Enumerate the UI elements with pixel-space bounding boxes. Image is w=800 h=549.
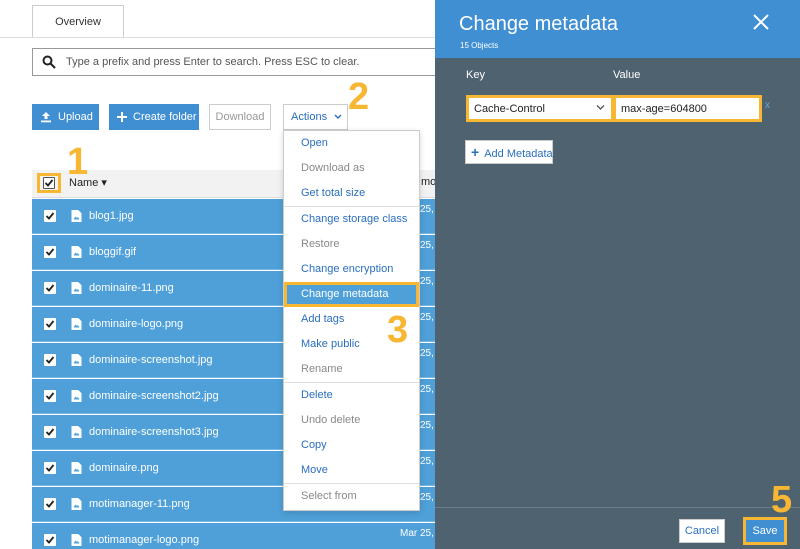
save-label: Save: [752, 525, 778, 537]
actions-label: Actions: [291, 111, 328, 123]
step-number-1: 1: [67, 141, 89, 183]
search-input[interactable]: Type a prefix and press Enter to search.…: [32, 48, 442, 76]
checkmark-icon: [44, 179, 54, 187]
file-name[interactable]: dominaire-11.png: [89, 282, 174, 294]
file-name[interactable]: dominaire-screenshot3.jpg: [89, 426, 219, 438]
row-checkbox[interactable]: [44, 354, 56, 366]
row-checkbox[interactable]: [44, 462, 56, 474]
file-name[interactable]: dominaire-logo.png: [89, 318, 183, 330]
menu-item-move[interactable]: Move: [284, 458, 419, 483]
checkmark-icon: [45, 464, 55, 472]
image-file-icon: [71, 534, 82, 546]
close-icon[interactable]: [751, 12, 771, 32]
menu-item-undo-delete[interactable]: Undo delete: [284, 408, 419, 433]
file-name[interactable]: bloggif.gif: [89, 246, 136, 258]
file-name[interactable]: motimanager-11.png: [89, 498, 190, 510]
menu-item-delete[interactable]: Delete: [284, 383, 419, 408]
search-placeholder: Type a prefix and press Enter to search.…: [66, 56, 360, 68]
step-number-2: 2: [348, 76, 370, 118]
upload-icon: [41, 112, 51, 123]
add-metadata-button[interactable]: + Add Metadata: [465, 140, 553, 164]
image-file-icon: [71, 462, 82, 474]
column-header-modified[interactable]: mo: [421, 176, 436, 188]
cancel-button[interactable]: Cancel: [679, 519, 725, 543]
checkmark-icon: [45, 428, 55, 436]
tab-divider: [0, 37, 435, 38]
image-file-icon: [71, 354, 82, 366]
checkmark-icon: [45, 500, 55, 508]
row-checkbox[interactable]: [44, 318, 56, 330]
menu-item-change-metadata[interactable]: Change metadata: [284, 282, 419, 307]
image-file-icon: [71, 282, 82, 294]
actions-button[interactable]: Actions: [283, 104, 348, 130]
sort-down-icon: ▾: [101, 177, 107, 189]
panel-title: Change metadata: [459, 13, 619, 35]
panel-footer-divider: [435, 507, 800, 508]
create-folder-button[interactable]: Create folder: [109, 104, 199, 130]
file-name[interactable]: dominaire-screenshot2.jpg: [89, 390, 219, 402]
menu-item-open[interactable]: Open: [284, 131, 419, 156]
checkmark-icon: [45, 356, 55, 364]
download-button[interactable]: Download: [209, 104, 271, 130]
image-file-icon: [71, 246, 82, 258]
save-button[interactable]: Save: [743, 517, 787, 545]
file-name[interactable]: dominaire-screenshot.jpg: [89, 354, 213, 366]
metadata-value-input[interactable]: max-age=604800: [613, 95, 762, 122]
select-all-checkbox[interactable]: [43, 177, 55, 189]
panel-subtitle: 15 Objects: [460, 41, 499, 50]
image-file-icon: [71, 498, 82, 510]
plus-icon: +: [471, 144, 480, 160]
checkmark-icon: [45, 320, 55, 328]
row-checkbox[interactable]: [44, 210, 56, 222]
upload-button[interactable]: Upload: [32, 104, 99, 130]
menu-item-change-encryption[interactable]: Change encryption: [284, 257, 419, 282]
search-icon: [42, 55, 56, 69]
row-checkbox[interactable]: [44, 282, 56, 294]
file-name[interactable]: dominaire.png: [89, 462, 159, 474]
checkmark-icon: [45, 536, 55, 544]
checkmark-icon: [45, 212, 55, 220]
image-file-icon: [71, 426, 82, 438]
step-number-3: 3: [387, 309, 409, 351]
image-file-icon: [71, 318, 82, 330]
menu-item-rename[interactable]: Rename: [284, 357, 419, 382]
tab-overview[interactable]: Overview: [32, 5, 124, 38]
file-name[interactable]: motimanager-logo.png: [89, 534, 199, 546]
menu-item-restore[interactable]: Restore: [284, 232, 419, 257]
metadata-key-value: Cache-Control: [474, 103, 545, 115]
checkmark-icon: [45, 248, 55, 256]
plus-icon: [117, 112, 127, 123]
value-column-label: Value: [613, 69, 641, 81]
menu-item-copy[interactable]: Copy: [284, 433, 419, 458]
row-checkbox[interactable]: [44, 498, 56, 510]
row-checkbox[interactable]: [44, 534, 56, 546]
menu-item-select-from[interactable]: Select from: [284, 484, 419, 509]
row-checkbox[interactable]: [44, 246, 56, 258]
menu-item-get-total-size[interactable]: Get total size: [284, 181, 419, 206]
chevron-down-icon: [334, 114, 342, 119]
table-row[interactable]: motimanager-logo.pngMar 25, GMT+0: [32, 523, 470, 549]
checkmark-icon: [45, 284, 55, 292]
checkmark-icon: [45, 392, 55, 400]
remove-metadata-icon[interactable]: x: [765, 100, 770, 111]
step-number-5: 5: [771, 479, 793, 521]
metadata-key-select[interactable]: Cache-Control: [466, 95, 614, 122]
change-metadata-panel: Change metadata 15 Objects Key Value Cac…: [435, 0, 800, 549]
add-metadata-label: Add Metadata: [484, 148, 553, 160]
row-checkbox[interactable]: [44, 426, 56, 438]
row-checkbox[interactable]: [44, 390, 56, 402]
image-file-icon: [71, 210, 82, 222]
upload-label: Upload: [58, 111, 93, 123]
key-column-label: Key: [466, 69, 485, 81]
menu-item-change-storage-class[interactable]: Change storage class: [284, 207, 419, 232]
metadata-value-text: max-age=604800: [621, 103, 707, 115]
file-name[interactable]: blog1.jpg: [89, 210, 134, 222]
chevron-down-icon: [596, 105, 605, 110]
image-file-icon: [71, 390, 82, 402]
create-folder-label: Create folder: [133, 111, 197, 123]
menu-item-download-as[interactable]: Download as: [284, 156, 419, 181]
